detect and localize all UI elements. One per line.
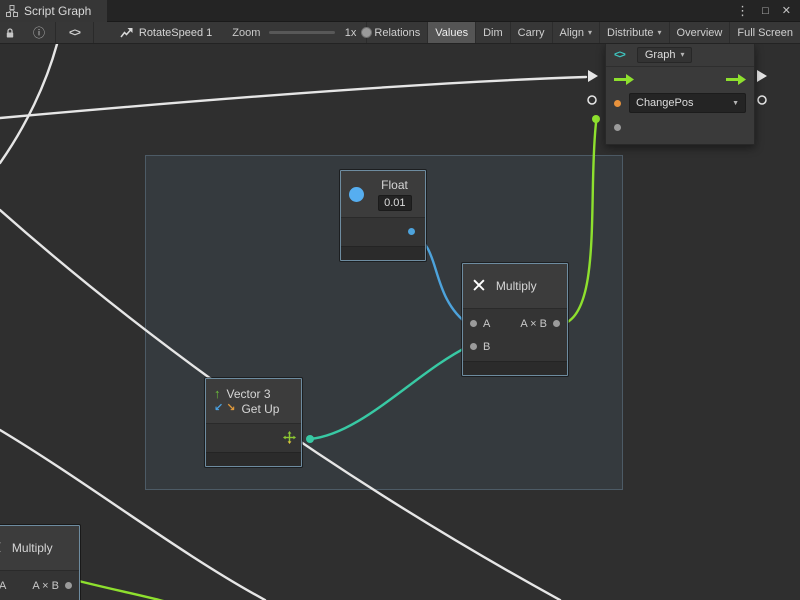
- window-title: Script Graph: [24, 4, 91, 18]
- flow-in-arrow-icon: [614, 74, 634, 85]
- graph-machine-panel[interactable]: <> Graph ▾ ChangePos ▼: [605, 44, 755, 145]
- multiply-output-label: A × B: [520, 318, 547, 330]
- tab-script-graph[interactable]: Script Graph: [0, 0, 107, 22]
- close-button[interactable]: ✕: [782, 0, 791, 22]
- graph-reference-label: RotateSpeed 1: [139, 27, 212, 39]
- code-icon: <>: [69, 27, 80, 39]
- multiply-node[interactable]: ✕ Multiply A A × B B: [462, 263, 568, 376]
- values-button[interactable]: Values: [427, 22, 475, 44]
- info-button[interactable]: ⓘ: [23, 22, 55, 44]
- vector3-up-arrow-icon: ↑: [214, 387, 221, 400]
- vector3-node-title: Vector 3: [227, 387, 271, 401]
- multiply-input-b-label: B: [483, 341, 490, 353]
- relations-button[interactable]: Relations: [366, 22, 427, 44]
- wire-white-flow-in[interactable]: [0, 77, 586, 118]
- carry-button[interactable]: Carry: [510, 22, 552, 44]
- multiply2-output-label: A × B: [32, 580, 59, 592]
- float-node-header: Float 0.01: [341, 171, 425, 217]
- float-node-footer: [341, 246, 425, 260]
- float-node-title: Float: [381, 178, 408, 192]
- vector3-getup-node[interactable]: ↑ Vector 3 ↙ ↘ Get Up: [205, 378, 302, 467]
- float-output-port[interactable]: [408, 228, 415, 235]
- changepos-input-port[interactable]: [614, 100, 621, 107]
- vector3-node-footer: [206, 452, 301, 466]
- overview-button[interactable]: Overview: [669, 22, 730, 44]
- window-titlebar: Script Graph ⋮ □ ✕: [0, 0, 800, 22]
- wire-getup-to-multiply-b[interactable]: [310, 346, 469, 439]
- caret-down-icon: ▾: [658, 29, 662, 37]
- multiply2-input-a-label: A: [0, 580, 6, 592]
- kebab-menu-button[interactable]: ⋮: [736, 0, 749, 22]
- dim-button[interactable]: Dim: [475, 22, 510, 44]
- vector3-output-port[interactable]: [306, 435, 314, 443]
- graph-flow-input-arrow[interactable]: [588, 70, 598, 82]
- lock-button[interactable]: [0, 22, 23, 44]
- toolbar-separator: [93, 22, 94, 44]
- zoom-value: 1x: [345, 27, 357, 39]
- vector3-node-header: ↑ Vector 3 ↙ ↘ Get Up: [206, 379, 301, 423]
- graph-dropdown[interactable]: Graph ▾: [637, 47, 693, 63]
- multiply2-node-title: Multiply: [12, 541, 53, 555]
- graph-value-output-port[interactable]: [758, 96, 766, 104]
- graph-extra-port[interactable]: [614, 124, 621, 131]
- graph-dropdown-label: Graph: [645, 49, 676, 61]
- graph-toolbar: ⓘ <> RotateSpeed 1 Zoom 1x Relations Val…: [0, 22, 800, 44]
- multiply-icon: ✕: [471, 277, 487, 296]
- graph-value-input-port[interactable]: [588, 96, 596, 104]
- multiply-node-2[interactable]: ✕ Multiply A A × B: [0, 525, 80, 600]
- float-node[interactable]: Float 0.01: [340, 170, 426, 261]
- align-dropdown-button[interactable]: Align ▾: [552, 22, 599, 44]
- zoom-slider[interactable]: [269, 31, 334, 34]
- multiply-node-footer: [463, 361, 567, 375]
- multiply-node-title: Multiply: [496, 279, 537, 293]
- float-value-input[interactable]: 0.01: [378, 195, 412, 211]
- multiply-node-header: ✕ Multiply: [463, 264, 567, 308]
- multiply2-node-header: ✕ Multiply: [0, 526, 79, 570]
- multiply-output-port[interactable]: [553, 320, 560, 327]
- axis-down-left-icon: ↙: [214, 403, 223, 414]
- dropdown-arrow-icon: ▼: [726, 100, 739, 107]
- fullscreen-button[interactable]: Full Screen: [729, 22, 800, 44]
- vector3-node-subtitle: Get Up: [241, 402, 279, 416]
- info-icon: ⓘ: [33, 24, 45, 41]
- graph-code-icon: <>: [614, 49, 625, 61]
- multiply-icon: ✕: [0, 539, 3, 558]
- flow-out-arrow-icon: [726, 74, 746, 85]
- multiply-input-a-label: A: [483, 318, 490, 330]
- wire-white-top-left[interactable]: [0, 44, 57, 163]
- multiply2-output-port[interactable]: [65, 582, 72, 589]
- graph-flow-output-arrow[interactable]: [757, 70, 767, 82]
- graph-canvas[interactable]: Float 0.01 ✕ Multiply A A × B: [0, 44, 800, 600]
- lock-icon: [5, 27, 15, 39]
- changepos-dropdown-label: ChangePos: [636, 97, 694, 109]
- float-icon: [349, 187, 364, 202]
- window-controls: ⋮ □ ✕: [736, 0, 800, 22]
- distribute-dropdown-button[interactable]: Distribute ▾: [599, 22, 668, 44]
- multiply-input-a-port[interactable]: [470, 320, 477, 327]
- multiply-input-b-port[interactable]: [470, 343, 477, 350]
- maximize-button[interactable]: □: [762, 0, 769, 22]
- caret-down-icon: ▾: [680, 51, 684, 59]
- graph-connected-port[interactable]: [592, 115, 600, 123]
- script-graph-icon: [6, 5, 18, 17]
- wire-multiply2-out[interactable]: [67, 578, 195, 600]
- graph-arrow-icon: [120, 27, 133, 39]
- changepos-dropdown[interactable]: ChangePos ▼: [629, 93, 746, 113]
- axis-down-right-icon: ↘: [226, 403, 235, 414]
- caret-down-icon: ▾: [588, 29, 592, 37]
- move-arrows-icon: [283, 431, 296, 444]
- edit-graph-button[interactable]: <>: [56, 22, 93, 44]
- zoom-label: Zoom: [232, 27, 260, 39]
- toolbar-buttons: Relations Values Dim Carry Align ▾ Distr…: [366, 22, 800, 44]
- graph-reference-breadcrumb[interactable]: RotateSpeed 1: [120, 27, 212, 39]
